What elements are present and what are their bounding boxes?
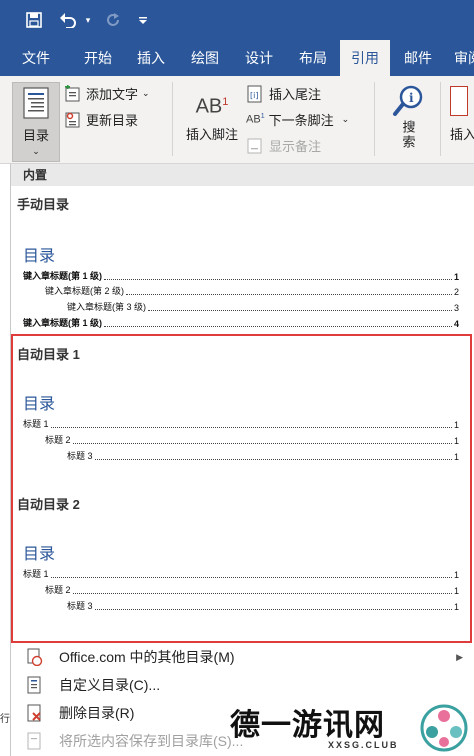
custom-toc-menu-item[interactable]: 自定义目录(C)... (23, 672, 160, 698)
insert-citation-label: 插入 (450, 127, 474, 142)
save-to-gallery-icon (23, 730, 45, 752)
chevron-down-icon: ⌄ (142, 88, 150, 98)
edge-text: 行 (0, 714, 10, 725)
gallery-header: 内置 (11, 164, 474, 186)
insert-footnote-button[interactable]: AB1 插入脚注 (180, 86, 244, 143)
submenu-arrow-icon: ▶ (456, 651, 463, 662)
search-label: 搜索 (400, 120, 416, 150)
show-notes-button: 显示备注 (246, 136, 321, 155)
toc-line: 键入章标题(第 2 级) 2 (45, 286, 459, 297)
search-button[interactable]: i 搜索 (386, 84, 430, 150)
manual-toc-title: 手动目录 (17, 197, 70, 212)
ribbon-separator (172, 82, 173, 156)
tab-home[interactable]: 开始 (70, 40, 126, 76)
tab-file[interactable]: 文件 (8, 40, 64, 76)
watermark-text: 德一游讯网 (230, 708, 385, 743)
redo-icon (102, 8, 124, 32)
chevron-down-icon: ⌄ (32, 146, 40, 156)
tab-review[interactable]: 审阅 (448, 40, 474, 76)
add-text-icon (65, 84, 80, 101)
add-text-button[interactable]: 添加文字 ⌄ (64, 84, 150, 103)
insert-footnote-label: 插入脚注 (185, 127, 238, 142)
toc-heading: 目录 (23, 248, 56, 265)
tab-insert[interactable]: 插入 (124, 40, 178, 76)
remove-toc-icon (23, 702, 45, 724)
save-selection-menu-item: 将所选内容保存到目录库(S)... (23, 728, 243, 754)
update-toc-button[interactable]: 更新目录 (64, 110, 138, 129)
document-web-icon (23, 646, 45, 668)
ribbon-separator (440, 82, 441, 156)
watermark: 德一游讯网 XXSG.CLUB (220, 700, 474, 756)
insert-citation-button[interactable]: 插入 (450, 86, 474, 143)
tab-draw[interactable]: 绘图 (178, 40, 232, 76)
remove-toc-label: 删除目录(R) (59, 705, 135, 721)
endnote-icon: [i] (247, 85, 262, 102)
custom-toc-icon (23, 674, 45, 696)
remove-toc-menu-item[interactable]: 删除目录(R) (23, 700, 134, 726)
toc-button[interactable]: 目录 ⌄ (12, 82, 60, 162)
undo-icon[interactable] (56, 8, 80, 32)
watermark-logo-icon (420, 704, 468, 752)
next-footnote-icon: AB1 (246, 113, 265, 126)
toc-line: 键入章标题(第 1 级) 1 (23, 271, 459, 282)
ribbon-separator (374, 82, 375, 156)
quick-access-toolbar: ▾ (0, 0, 474, 40)
highlight-box (11, 334, 472, 643)
svg-text:i: i (409, 91, 414, 105)
next-footnote-button[interactable]: AB1 下一条脚注 ⌄ (246, 110, 349, 129)
custom-toc-label: 自定义目录(C)... (59, 677, 161, 693)
ribbon: 目录 ⌄ 添加文字 ⌄ 更新目录 AB1 插入脚注 [i] 插入尾注 AB1 下… (0, 76, 474, 164)
update-toc-icon (65, 112, 80, 127)
more-toc-menu-item[interactable]: Office.com 中的其他目录(M) ▶ (23, 644, 463, 670)
next-footnote-label: 下一条脚注 (268, 113, 334, 128)
citation-icon (450, 86, 468, 116)
chevron-down-icon: ⌄ (341, 114, 350, 124)
more-toc-label: Office.com 中的其他目录(M) (59, 649, 235, 665)
toc-icon (23, 87, 49, 119)
search-icon: i (393, 85, 423, 116)
footnote-icon: AB1 (195, 95, 229, 118)
ribbon-tabs: 文件 开始 插入 绘图 设计 布局 引用 邮件 审阅 (0, 40, 474, 76)
show-notes-icon (247, 138, 262, 153)
show-notes-label: 显示备注 (269, 139, 322, 154)
customize-qat-icon[interactable] (136, 8, 150, 32)
tab-mailings[interactable]: 邮件 (392, 40, 444, 76)
svg-text:[i]: [i] (250, 91, 258, 100)
toc-line: 键入章标题(第 1 级) 4 (23, 318, 459, 329)
tab-design[interactable]: 设计 (232, 40, 286, 76)
toc-line: 键入章标题(第 3 级) 3 (67, 302, 459, 313)
tab-references[interactable]: 引用 (340, 40, 390, 76)
save-selection-label: 将所选内容保存到目录库(S)... (59, 733, 244, 749)
toc-button-label: 目录 (22, 128, 49, 143)
tab-layout[interactable]: 布局 (286, 40, 340, 76)
watermark-subtext: XXSG.CLUB (328, 740, 399, 750)
undo-dropdown-icon[interactable]: ▾ (82, 8, 94, 32)
save-icon[interactable] (22, 8, 46, 32)
insert-endnote-label: 插入尾注 (269, 87, 322, 102)
update-toc-label: 更新目录 (86, 113, 139, 128)
add-text-label: 添加文字 (86, 87, 139, 102)
insert-endnote-button[interactable]: [i] 插入尾注 (246, 84, 321, 103)
